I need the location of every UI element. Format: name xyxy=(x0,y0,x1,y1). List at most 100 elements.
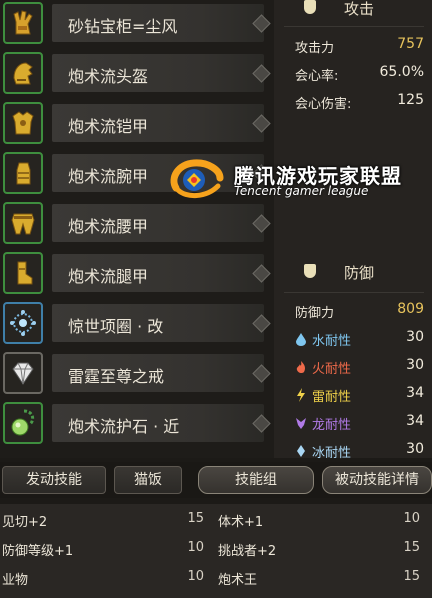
stat-water-res: 水耐性 30 xyxy=(274,326,432,352)
skill-name: 业物 xyxy=(2,573,29,588)
equipment-icon-frame xyxy=(3,352,43,394)
slot-diamond-icon xyxy=(252,114,271,133)
equipment-icon-frame xyxy=(3,2,43,44)
stat-defense: 防御力 809 xyxy=(274,298,432,324)
water-icon xyxy=(296,333,306,346)
skill-row: 体术+1 10 xyxy=(216,505,432,533)
stat-value: 30 xyxy=(406,441,424,457)
fire-icon xyxy=(296,361,305,374)
equipment-icon-frame xyxy=(3,202,43,244)
stat-value: 125 xyxy=(397,92,424,108)
equipment-icon-frame xyxy=(3,402,43,444)
stat-value: 809 xyxy=(397,301,424,317)
stat-label: 龙耐性 xyxy=(312,418,352,433)
attack-section-header: 攻击 xyxy=(274,0,432,20)
attack-title: 攻击 xyxy=(344,0,375,18)
slot-diamond-icon xyxy=(252,14,271,33)
skill-name: 挑战者+2 xyxy=(218,544,277,559)
tab-bar: 发动技能 猫饭 技能组 被动技能详情 xyxy=(0,462,432,498)
gauntlet-icon xyxy=(16,162,31,185)
stat-label: 攻击力 xyxy=(295,41,335,56)
stat-crit-damage: 会心伤害: 125 xyxy=(274,89,432,115)
defense-title: 防御 xyxy=(344,264,375,282)
equipment-slot-waist[interactable]: 炮术流腰甲 xyxy=(0,200,274,250)
equipment-name: 雷霆至尊之戒 xyxy=(68,367,165,386)
equipment-slot-chest[interactable]: 炮术流铠甲 xyxy=(0,100,274,150)
charm-icon xyxy=(10,310,36,336)
skill-row: 业物 10 xyxy=(0,563,216,591)
equipment-slot-weapon[interactable]: 砂钻宝柜=尘风 xyxy=(0,0,274,50)
equipment-slot-talisman[interactable]: 炮术流护石 · 近 xyxy=(0,400,274,450)
equipment-name: 炮术流铠甲 xyxy=(68,117,149,136)
equipment-name: 炮术流腿甲 xyxy=(68,267,149,286)
stat-value: 757 xyxy=(397,36,424,52)
stat-ice-res: 冰耐性 30 xyxy=(274,438,432,464)
slot-diamond-icon xyxy=(252,264,271,283)
leg-armor-icon xyxy=(17,261,33,285)
equipment-name: 砂钻宝柜=尘风 xyxy=(68,17,178,36)
watermark-subtitle: Tencent gamer league xyxy=(234,184,369,198)
helmet-icon xyxy=(13,62,33,85)
equipment-name: 惊世项圈 · 改 xyxy=(68,317,164,336)
stat-label: 雷耐性 xyxy=(312,390,352,405)
skill-name: 体术+1 xyxy=(218,515,264,530)
tab-active-skills[interactable]: 发动技能 xyxy=(2,466,106,494)
shield-icon xyxy=(304,264,316,278)
defense-section-header: 防御 xyxy=(274,260,432,284)
skill-points: 10 xyxy=(403,511,420,526)
slot-diamond-icon xyxy=(252,64,271,83)
skill-row: 见切+2 15 xyxy=(0,505,216,533)
slot-diamond-icon xyxy=(252,364,271,383)
stat-label: 会心伤害: xyxy=(295,97,352,112)
equipment-slot-head[interactable]: 炮术流头盔 xyxy=(0,50,274,100)
stat-value: 65.0% xyxy=(379,64,424,80)
skill-points: 15 xyxy=(187,511,204,526)
attack-icon xyxy=(304,0,316,14)
stat-label: 会心率: xyxy=(295,69,339,84)
stat-label: 防御力 xyxy=(295,306,335,321)
equipment-list: 砂钻宝柜=尘风 炮术流头盔 炮术流铠甲 炮术流腕甲 炮术流腰甲 炮术流腿甲 惊世… xyxy=(0,0,274,458)
tab-passive-skill-details[interactable]: 被动技能详情 xyxy=(322,466,432,494)
skill-name: 见切+2 xyxy=(2,515,48,530)
tencent-gamer-logo-icon xyxy=(170,159,224,198)
equipment-slot-charm[interactable]: 惊世项圈 · 改 xyxy=(0,300,274,350)
skill-list: 见切+2 15 体术+1 10 防御等级+1 10 挑战者+2 15 业物 10… xyxy=(0,504,432,598)
stat-attack: 攻击力 757 xyxy=(274,33,432,59)
stat-thunder-res: 雷耐性 34 xyxy=(274,382,432,408)
stat-value: 30 xyxy=(406,357,424,373)
stat-affinity: 会心率: 65.0% xyxy=(274,61,432,87)
tab-skill-group[interactable]: 技能组 xyxy=(198,466,314,494)
equipment-name: 炮术流腰甲 xyxy=(68,217,149,236)
skill-row: 炮术王 15 xyxy=(216,563,432,591)
skill-points: 15 xyxy=(403,569,420,584)
skill-row: 挑战者+2 15 xyxy=(216,534,432,562)
skill-points: 15 xyxy=(403,540,420,555)
stats-panel: 攻击 攻击力 757 会心率: 65.0% 会心伤害: 125 防御 防御力 8… xyxy=(274,0,432,461)
ice-icon xyxy=(297,445,305,457)
stat-label: 冰耐性 xyxy=(312,446,352,461)
stat-label: 火耐性 xyxy=(312,362,352,377)
dragon-icon xyxy=(296,418,306,429)
talisman-icon xyxy=(11,409,35,436)
equipment-name: 炮术流护石 · 近 xyxy=(68,417,180,436)
diamond-icon xyxy=(12,362,34,385)
skill-name: 炮术王 xyxy=(218,573,258,588)
stat-label: 水耐性 xyxy=(312,334,352,349)
stat-fire-res: 火耐性 30 xyxy=(274,354,432,380)
slot-diamond-icon xyxy=(252,214,271,233)
tab-cat-meal[interactable]: 猫饭 xyxy=(114,466,182,494)
stat-value: 34 xyxy=(406,413,424,429)
equipment-slot-ring[interactable]: 雷霆至尊之戒 xyxy=(0,350,274,400)
slot-diamond-icon xyxy=(252,314,271,333)
equipment-icon-frame xyxy=(3,302,43,344)
stat-value: 34 xyxy=(406,385,424,401)
stat-dragon-res: 龙耐性 34 xyxy=(274,410,432,436)
equipment-name: 炮术流腕甲 xyxy=(68,167,149,186)
skill-points: 10 xyxy=(187,569,204,584)
equipment-icon-frame xyxy=(3,52,43,94)
skill-row: 防御等级+1 10 xyxy=(0,534,216,562)
equipment-slot-legs[interactable]: 炮术流腿甲 xyxy=(0,250,274,300)
skill-points: 10 xyxy=(187,540,204,555)
stat-value: 30 xyxy=(406,329,424,345)
equipment-name: 炮术流头盔 xyxy=(68,67,149,86)
